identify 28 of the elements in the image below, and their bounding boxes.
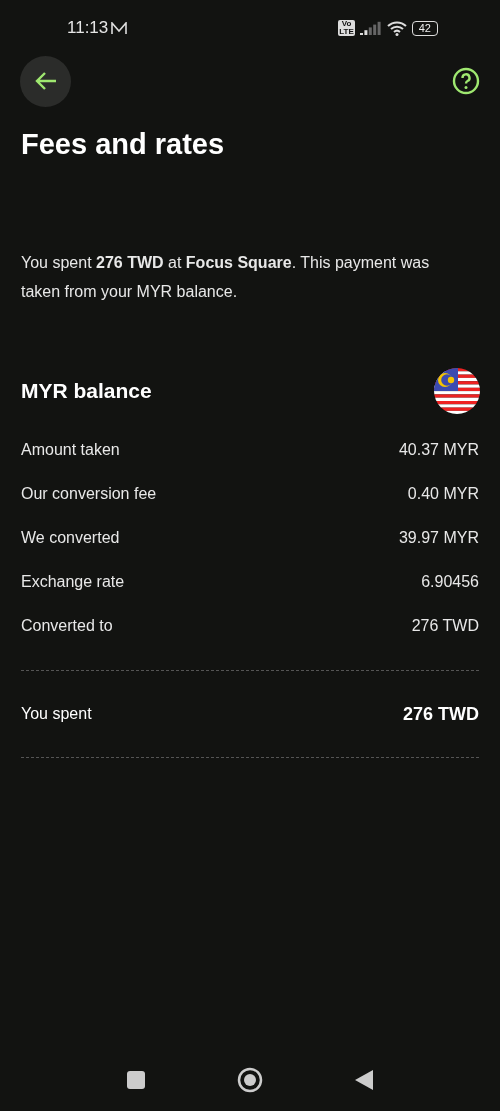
volte-icon: Vo LTE	[338, 20, 355, 36]
help-button[interactable]	[452, 67, 480, 95]
battery-indicator: 42	[411, 20, 438, 36]
total-label: You spent	[21, 705, 92, 723]
wifi-icon	[386, 20, 407, 36]
help-icon	[452, 67, 480, 95]
home-icon[interactable]	[237, 1067, 263, 1093]
row-label: We converted	[21, 529, 120, 547]
back-arrow-icon	[34, 71, 57, 91]
signal-icon	[359, 21, 382, 35]
row-value: 40.37 MYR	[398, 441, 479, 459]
row-value: 6.90456	[421, 573, 479, 591]
row-value: 276 TWD	[411, 617, 479, 635]
total-value: 276 TWD	[402, 703, 479, 725]
row-label: Amount taken	[21, 441, 120, 459]
mail-icon	[111, 21, 128, 35]
back-button[interactable]	[20, 55, 71, 107]
flag-icon	[434, 368, 480, 414]
row-label: Our conversion fee	[21, 485, 157, 503]
balance-title: MYR balance	[21, 379, 152, 403]
row-label: Converted to	[21, 617, 113, 635]
page-title: Fees and rates	[21, 127, 226, 162]
row-value: 0.40 MYR	[407, 485, 479, 503]
payment-summary: You spent 276 TWD at Focus Square. This payment was taken from your MYR balance.	[21, 253, 431, 302]
back-nav-icon[interactable]	[355, 1070, 373, 1090]
row-label: Exchange rate	[21, 573, 125, 591]
status-time: 11:13	[67, 18, 109, 38]
row-value: 39.97 MYR	[398, 529, 479, 547]
